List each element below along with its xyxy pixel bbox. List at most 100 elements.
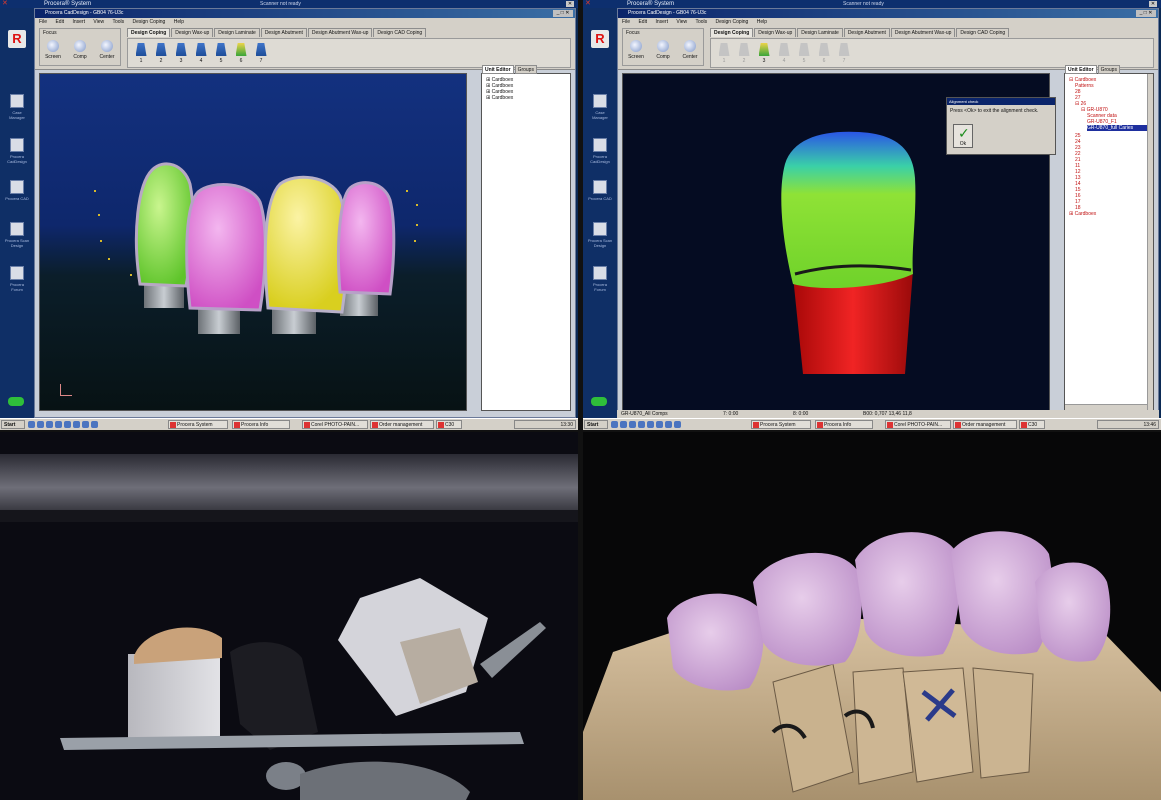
step-2-button[interactable]: 2 xyxy=(735,43,753,64)
quick-launch-icon[interactable] xyxy=(91,421,98,428)
tab-design-abutment-waxup[interactable]: Design Abutment Wax-up xyxy=(890,28,956,37)
tab-design-laminate[interactable]: Design Laminate xyxy=(797,28,843,37)
quick-launch-icon[interactable] xyxy=(647,421,654,428)
screen-button[interactable]: Screen xyxy=(625,40,647,60)
quick-launch-icon[interactable] xyxy=(629,421,636,428)
tab-unit-editor[interactable]: Unit Editor xyxy=(482,65,514,74)
menu-help[interactable]: Help xyxy=(174,19,184,25)
menu-tools[interactable]: Tools xyxy=(695,19,707,25)
task-procera-system[interactable]: Procera System xyxy=(168,420,228,429)
close-icon[interactable]: ✕ xyxy=(566,1,574,7)
menu-insert[interactable]: Insert xyxy=(655,19,668,25)
step-5-button[interactable]: 5 xyxy=(212,43,230,64)
quick-launch-icon[interactable] xyxy=(46,421,53,428)
task-order-management[interactable]: Order management xyxy=(953,420,1017,429)
tab-groups[interactable]: Groups xyxy=(514,65,537,74)
sidebar-item-caddesign[interactable]: Procera CadDesign xyxy=(587,138,613,164)
comp-button[interactable]: Comp xyxy=(652,40,674,60)
sidebar-item-case-manager[interactable]: Case Manager xyxy=(587,94,613,120)
window-controls[interactable]: _ □ ✕ xyxy=(553,10,573,17)
quick-launch-icon[interactable] xyxy=(656,421,663,428)
tab-design-coping[interactable]: Design Coping xyxy=(127,28,171,37)
tree-item[interactable]: ⊞ Cardboex xyxy=(1069,211,1151,217)
tab-design-cad-coping[interactable]: Design CAD Coping xyxy=(956,28,1010,37)
menu-view[interactable]: View xyxy=(676,19,687,25)
step-1-button[interactable]: 1 xyxy=(132,43,150,64)
step-2-button[interactable]: 2 xyxy=(152,43,170,64)
tree-scrollbar-vertical[interactable] xyxy=(1147,74,1153,410)
step-3-button[interactable]: 3 xyxy=(755,43,773,64)
tab-design-abutment[interactable]: Design Abutment xyxy=(260,28,307,37)
step-4-button[interactable]: 4 xyxy=(775,43,793,64)
tab-groups[interactable]: Groups xyxy=(1097,65,1120,74)
menu-view[interactable]: View xyxy=(93,19,104,25)
step-5-button[interactable]: 5 xyxy=(795,43,813,64)
comp-button[interactable]: Comp xyxy=(69,40,91,60)
center-button[interactable]: Center xyxy=(679,40,701,60)
sidebar-item-cad[interactable]: Procera CAD xyxy=(587,180,613,201)
step-6-button[interactable]: 6 xyxy=(232,43,250,64)
sidebar-item-scan-design[interactable]: Procera Scan Design xyxy=(4,222,30,248)
quick-launch-icon[interactable] xyxy=(64,421,71,428)
sidebar-item-scan-design[interactable]: Procera Scan Design xyxy=(587,222,613,248)
sidebar-item-case-manager[interactable]: Case Manager xyxy=(4,94,30,120)
center-button[interactable]: Center xyxy=(96,40,118,60)
quick-launch-icon[interactable] xyxy=(73,421,80,428)
3d-viewport[interactable] xyxy=(39,73,467,411)
menu-design-coping[interactable]: Design Coping xyxy=(133,19,166,25)
quick-launch-icon[interactable] xyxy=(82,421,89,428)
sidebar-item-forum[interactable]: Procera Forum xyxy=(587,266,613,292)
tab-design-cad-coping[interactable]: Design CAD Coping xyxy=(373,28,427,37)
power-icon[interactable] xyxy=(591,397,607,406)
tab-design-waxup[interactable]: Design Wax-up xyxy=(754,28,797,37)
step-4-button[interactable]: 4 xyxy=(192,43,210,64)
ok-button[interactable]: Ok xyxy=(953,124,973,148)
tab-design-waxup[interactable]: Design Wax-up xyxy=(171,28,214,37)
quick-launch-icon[interactable] xyxy=(665,421,672,428)
task-procera-system[interactable]: Procera System xyxy=(751,420,811,429)
menu-insert[interactable]: Insert xyxy=(72,19,85,25)
menu-design-coping[interactable]: Design Coping xyxy=(716,19,749,25)
tab-design-abutment-waxup[interactable]: Design Abutment Wax-up xyxy=(307,28,373,37)
step-3-button[interactable]: 3 xyxy=(172,43,190,64)
quick-launch-icon[interactable] xyxy=(37,421,44,428)
menu-edit[interactable]: Edit xyxy=(55,19,64,25)
menu-tools[interactable]: Tools xyxy=(112,19,124,25)
power-icon[interactable] xyxy=(8,397,24,406)
sidebar-item-forum[interactable]: Procera Forum xyxy=(4,266,30,292)
step-7-button[interactable]: 7 xyxy=(252,43,270,64)
task-corel[interactable]: Corel PHOTO-PAIN... xyxy=(302,420,368,429)
start-button[interactable]: Start xyxy=(584,420,608,429)
sidebar-item-cad[interactable]: Procera CAD xyxy=(4,180,30,201)
task-c30[interactable]: C30 xyxy=(1019,420,1045,429)
task-corel[interactable]: Corel PHOTO-PAIN... xyxy=(885,420,951,429)
step-6-button[interactable]: 6 xyxy=(815,43,833,64)
quick-launch-icon[interactable] xyxy=(638,421,645,428)
task-procera-info[interactable]: Procera Info xyxy=(232,420,290,429)
screen-button[interactable]: Screen xyxy=(42,40,64,60)
tab-design-laminate[interactable]: Design Laminate xyxy=(214,28,260,37)
quick-launch-icon[interactable] xyxy=(674,421,681,428)
tab-unit-editor[interactable]: Unit Editor xyxy=(1065,65,1097,74)
tab-design-abutment[interactable]: Design Abutment xyxy=(843,28,890,37)
menu-help[interactable]: Help xyxy=(757,19,767,25)
sidebar-item-caddesign[interactable]: Procera CadDesign xyxy=(4,138,30,164)
menu-file[interactable]: File xyxy=(39,19,47,25)
quick-launch-icon[interactable] xyxy=(55,421,62,428)
quick-launch-icon[interactable] xyxy=(620,421,627,428)
window-controls[interactable]: _ □ ✕ xyxy=(1136,10,1156,17)
task-order-management[interactable]: Order management xyxy=(370,420,434,429)
menu-edit[interactable]: Edit xyxy=(638,19,647,25)
menu-file[interactable]: File xyxy=(622,19,630,25)
quick-launch-icon[interactable] xyxy=(28,421,35,428)
step-1-button[interactable]: 1 xyxy=(715,43,733,64)
quick-launch-icon[interactable] xyxy=(611,421,618,428)
tab-design-coping[interactable]: Design Coping xyxy=(710,28,754,37)
task-procera-info[interactable]: Procera Info xyxy=(815,420,873,429)
tree-item-selected[interactable]: GR-U870_full Caries xyxy=(1087,125,1151,131)
step-7-button[interactable]: 7 xyxy=(835,43,853,64)
tree-item[interactable]: ⊞ Cardboex xyxy=(486,95,568,101)
task-c30[interactable]: C30 xyxy=(436,420,462,429)
close-icon[interactable]: ✕ xyxy=(1149,1,1157,7)
start-button[interactable]: Start xyxy=(1,420,25,429)
